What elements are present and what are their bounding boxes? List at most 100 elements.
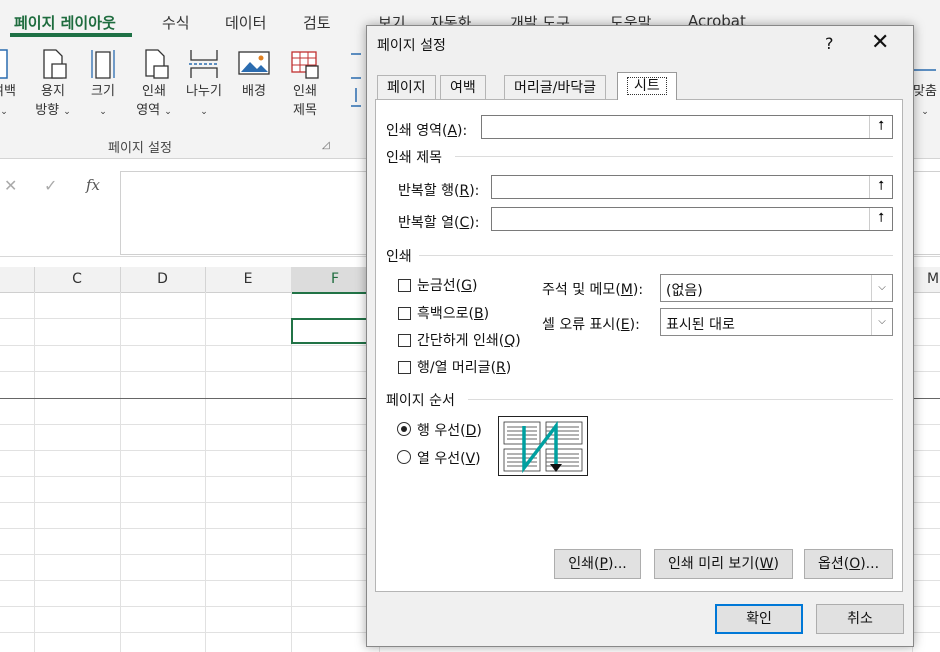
print-section-label: 인쇄 bbox=[386, 249, 412, 265]
down-then-over-radio[interactable] bbox=[397, 422, 411, 436]
tab-page[interactable]: 페이지 bbox=[377, 75, 436, 99]
chevron-down-icon: ⌄ bbox=[99, 107, 107, 117]
fit-label: 맞춤 bbox=[913, 84, 937, 99]
dialog-launcher-icon[interactable]: ◿ bbox=[322, 140, 330, 151]
repeat-rows-input[interactable]: ⭡ bbox=[491, 175, 893, 199]
orientation-icon bbox=[43, 49, 67, 79]
divider bbox=[419, 255, 893, 256]
column-header-e[interactable]: E bbox=[205, 267, 292, 292]
chevron-down-icon: ⌄ bbox=[200, 107, 208, 117]
insert-function-icon[interactable]: fx bbox=[86, 176, 100, 194]
tab-margins[interactable]: 여백 bbox=[440, 75, 486, 99]
formula-cancel-icon[interactable]: ✕ bbox=[4, 176, 17, 195]
ok-button[interactable]: 확인 bbox=[715, 604, 803, 634]
gridlines-checkbox[interactable] bbox=[398, 279, 411, 292]
ribbon-tab-page-layout[interactable]: 페이지 레이아웃 bbox=[14, 12, 116, 33]
repeat-rows-label: 반복할 행(R): bbox=[398, 183, 480, 199]
chevron-down-icon: ⌄ bbox=[921, 107, 929, 117]
black-white-checkbox[interactable] bbox=[398, 307, 411, 320]
page-setup-group-label: 페이지 설정 bbox=[108, 141, 172, 156]
over-then-down-radio[interactable] bbox=[397, 450, 411, 464]
column-header-d[interactable]: D bbox=[120, 267, 206, 292]
comments-label: 주석 및 메모(M): bbox=[542, 282, 644, 298]
gridlines-label: 눈금선(G) bbox=[417, 278, 478, 294]
background-button[interactable]: 배경 bbox=[234, 46, 274, 101]
tab-margins-label: 여백 bbox=[450, 80, 476, 96]
cell-errors-value: 표시된 대로 bbox=[666, 317, 735, 333]
sheet-options-icon bbox=[914, 69, 936, 71]
size-icon bbox=[91, 50, 115, 79]
orientation-label-2: 방향 bbox=[35, 103, 60, 118]
cell-errors-label: 셀 오류 표시(E): bbox=[542, 317, 640, 333]
page-order-section-label: 페이지 순서 bbox=[386, 393, 455, 409]
print-button[interactable]: 인쇄(P)... bbox=[554, 549, 641, 579]
breaks-button[interactable]: 나누기 ⌄ bbox=[180, 46, 228, 122]
collapse-dialog-icon[interactable]: ⭡ bbox=[869, 208, 892, 230]
divider bbox=[455, 156, 893, 157]
ribbon-tab-formulas[interactable]: 수식 bbox=[162, 12, 190, 33]
close-icon[interactable]: ✕ bbox=[871, 30, 889, 55]
breaks-label: 나누기 bbox=[186, 84, 222, 99]
over-then-down-label: 열 우선(V) bbox=[417, 451, 481, 467]
repeat-cols-input[interactable]: ⭡ bbox=[491, 207, 893, 231]
print-titles-label-2: 제목 bbox=[293, 103, 317, 118]
tab-sheet[interactable]: 시트 bbox=[617, 72, 677, 100]
draft-quality-checkbox[interactable] bbox=[398, 334, 411, 347]
down-then-over-label: 행 우선(D) bbox=[417, 423, 482, 439]
margins-label: 여백 bbox=[0, 84, 16, 99]
ribbon-tab-data[interactable]: 데이터 bbox=[225, 12, 266, 33]
print-preview-button[interactable]: 인쇄 미리 보기(W) bbox=[654, 549, 793, 579]
size-button[interactable]: 크기 ⌄ bbox=[86, 46, 120, 122]
print-area-label: 인쇄 영역(A): bbox=[386, 123, 468, 139]
collapse-dialog-icon[interactable]: ⭡ bbox=[869, 116, 892, 138]
tab-header-footer-label: 머리글/바닥글 bbox=[514, 80, 596, 96]
print-area-label-2: 영역 bbox=[136, 103, 161, 118]
divider bbox=[468, 399, 893, 400]
background-image-icon bbox=[238, 51, 270, 75]
cancel-button[interactable]: 취소 bbox=[816, 604, 904, 634]
comments-value: (없음) bbox=[666, 283, 703, 299]
tab-sheet-label: 시트 bbox=[627, 77, 667, 95]
page-setup-dialog: 페이지 설정 ? ✕ 페이지 여백 머리글/바닥글 시트 인쇄 영역(A): ⭡… bbox=[366, 25, 914, 647]
margins-icon bbox=[0, 49, 8, 79]
formula-enter-icon[interactable]: ✓ bbox=[44, 176, 57, 195]
collapse-dialog-icon[interactable]: ⭡ bbox=[869, 176, 892, 198]
comments-select[interactable]: (없음) ⌵ bbox=[660, 274, 893, 302]
options-button[interactable]: 옵션(O)... bbox=[804, 549, 893, 579]
chevron-down-icon[interactable]: ⌵ bbox=[871, 309, 892, 335]
repeat-cols-label: 반복할 열(C): bbox=[398, 215, 480, 231]
scale-icon bbox=[351, 53, 361, 107]
print-area-input[interactable]: ⭡ bbox=[481, 115, 893, 139]
print-area-icon bbox=[145, 49, 169, 79]
print-titles-label: 인쇄 bbox=[293, 84, 317, 99]
orientation-label: 용지 bbox=[41, 84, 65, 99]
tab-header-footer[interactable]: 머리글/바닥글 bbox=[504, 75, 606, 99]
print-titles-button[interactable]: 인쇄 제목 bbox=[284, 46, 326, 120]
column-header-c[interactable]: C bbox=[34, 267, 121, 292]
tab-page-label: 페이지 bbox=[387, 80, 426, 96]
size-label: 크기 bbox=[91, 84, 115, 99]
scale-controls-icon[interactable] bbox=[346, 48, 366, 120]
help-icon[interactable]: ? bbox=[825, 34, 834, 53]
dialog-title: 페이지 설정 bbox=[377, 38, 446, 54]
chevron-down-icon[interactable]: ⌵ bbox=[871, 275, 892, 301]
draft-quality-label: 간단하게 인쇄(Q) bbox=[417, 333, 521, 349]
black-white-label: 흑백으로(B) bbox=[417, 306, 490, 322]
print-titles-icon bbox=[291, 51, 319, 79]
chevron-down-icon: ⌄ bbox=[164, 107, 172, 117]
orientation-button[interactable]: 용지 방향 ⌄ bbox=[30, 46, 76, 122]
row-col-headings-checkbox[interactable] bbox=[398, 361, 411, 374]
page-order-preview-icon bbox=[498, 416, 588, 476]
print-area-button[interactable]: 인쇄 영역 ⌄ bbox=[132, 46, 176, 122]
print-area-label: 인쇄 bbox=[142, 84, 166, 99]
chevron-down-icon: ⌄ bbox=[0, 107, 8, 117]
active-tab-underline bbox=[10, 33, 132, 37]
cell-errors-select[interactable]: 표시된 대로 ⌵ bbox=[660, 308, 893, 336]
ribbon-tab-review[interactable]: 검토 bbox=[303, 12, 331, 33]
margins-button[interactable]: 여백 ⌄ bbox=[0, 46, 22, 122]
breaks-icon bbox=[189, 50, 219, 78]
chevron-down-icon: ⌄ bbox=[63, 107, 71, 117]
column-header-partial[interactable] bbox=[0, 267, 35, 292]
row-col-headings-label: 행/열 머리글(R) bbox=[417, 360, 512, 376]
column-header-m[interactable]: M bbox=[912, 267, 940, 292]
